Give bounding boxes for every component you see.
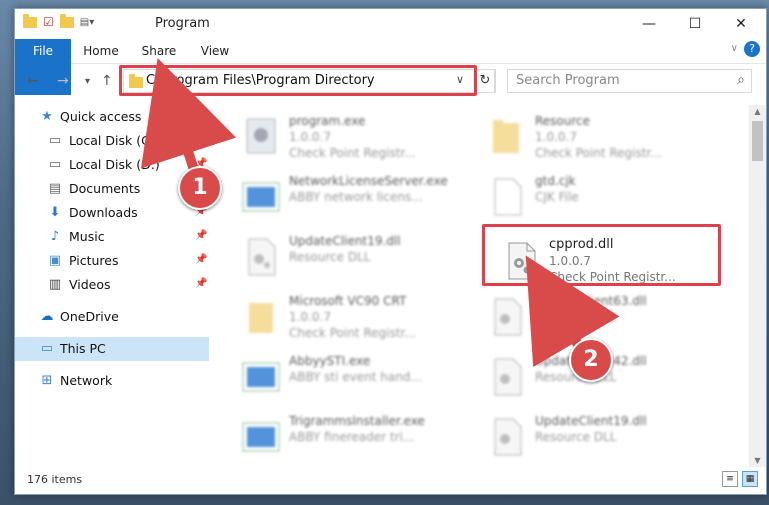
- annotation-arrows: [140, 57, 620, 368]
- step-callout-2: 2: [569, 338, 613, 382]
- arrow-to-address: [140, 57, 237, 181]
- arrow-to-file: [525, 255, 620, 368]
- step-callout-1: 1: [178, 166, 222, 210]
